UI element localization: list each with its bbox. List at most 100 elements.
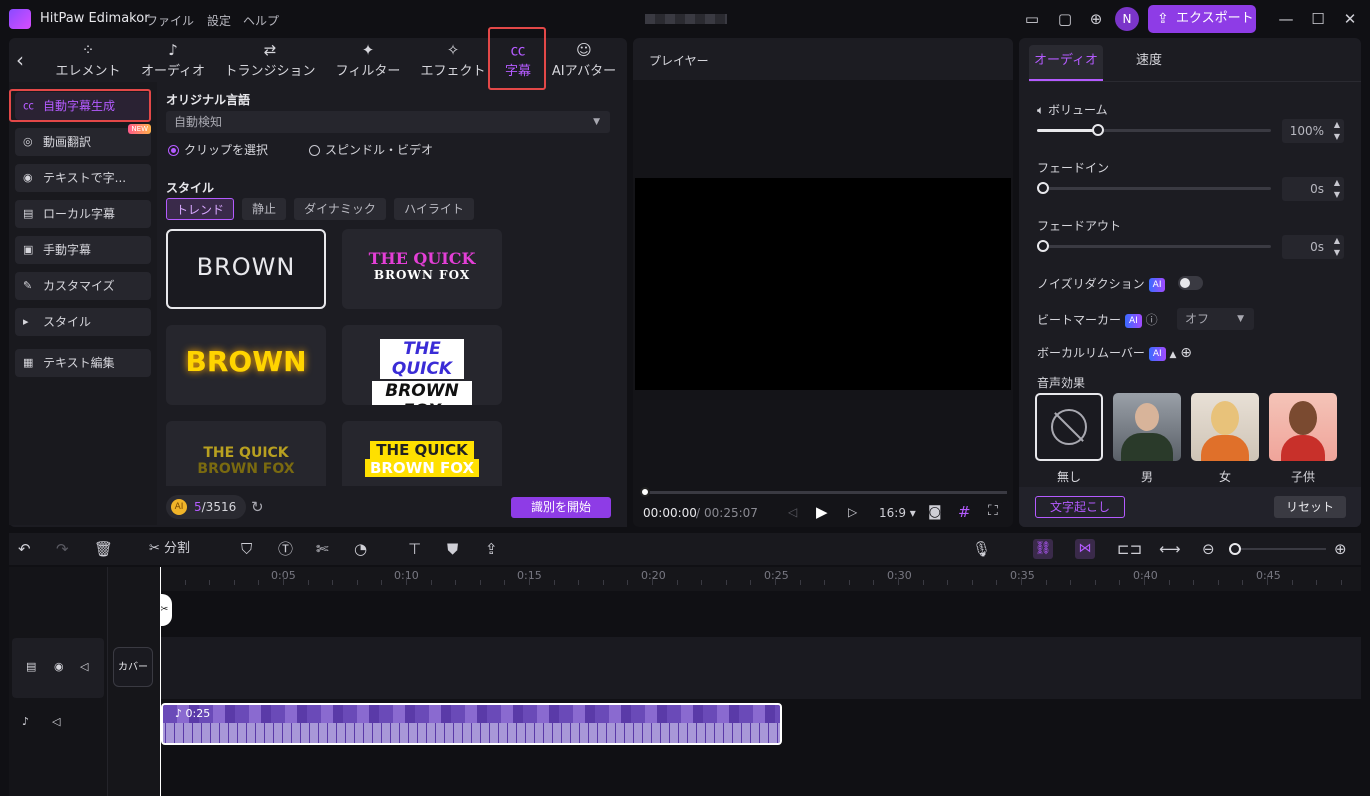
undo-icon[interactable]: ↶: [18, 540, 31, 558]
menu-help[interactable]: ヘルプ: [243, 12, 279, 29]
style-card-boxed[interactable]: THE QUICK BROWN FOX: [342, 325, 502, 405]
play-icon[interactable]: ▶: [816, 503, 828, 521]
zoom-slider[interactable]: [1229, 543, 1326, 555]
film-icon[interactable]: ▤: [26, 660, 36, 673]
fadein-knob[interactable]: [1037, 182, 1049, 194]
reset-button[interactable]: リセット: [1274, 496, 1346, 518]
refresh-icon[interactable]: ↻: [251, 498, 264, 516]
eye-icon[interactable]: ◉: [54, 660, 64, 673]
menu-file[interactable]: ファイル: [146, 12, 194, 29]
fit-width-icon[interactable]: ⟷: [1159, 540, 1181, 558]
tab-filter[interactable]: ✦ フィルター: [332, 40, 404, 80]
tab-ai-avatar[interactable]: ☺ AIアバター: [548, 40, 620, 80]
layout-icon[interactable]: ▭: [1022, 9, 1042, 29]
player-progress[interactable]: [640, 487, 1007, 497]
export-button[interactable]: ⇪ エクスポート: [1148, 5, 1256, 33]
menu-settings[interactable]: 設定: [207, 12, 231, 29]
progress-knob[interactable]: [640, 487, 650, 497]
fadein-input[interactable]: 0s ▲ ▼: [1282, 177, 1344, 201]
noise-reduction-toggle[interactable]: [1178, 276, 1203, 290]
playhead-scissors-icon[interactable]: ✂: [160, 594, 172, 626]
link-icon[interactable]: ⛓: [1033, 539, 1053, 559]
radio-select-clip[interactable]: クリップを選択: [168, 142, 268, 158]
style-card-glow[interactable]: BROWN: [166, 325, 326, 405]
text-icon[interactable]: Ⓣ: [278, 540, 293, 558]
audio-clip[interactable]: ♪ 0:25: [161, 703, 782, 745]
chip-highlight[interactable]: ハイライト: [394, 198, 474, 220]
fadein-slider[interactable]: [1037, 182, 1271, 194]
beat-marker-select[interactable]: オフ ▼: [1177, 308, 1254, 330]
tab-effect[interactable]: ✧ エフェクト: [417, 40, 489, 80]
redo-icon[interactable]: ↷: [56, 540, 69, 558]
fadeout-slider[interactable]: [1037, 240, 1271, 252]
sidebar-item-text-caption[interactable]: ◉ テキストで字...: [15, 164, 151, 192]
aspect-ratio-select[interactable]: 16:9 ▾: [879, 506, 916, 520]
feedback-icon[interactable]: ▢: [1055, 9, 1075, 29]
volume-slider[interactable]: [1037, 124, 1271, 136]
zoom-knob[interactable]: [1229, 543, 1241, 555]
tab-audio[interactable]: ♪ オーディオ: [136, 40, 210, 80]
snapshot-icon[interactable]: ◙: [928, 504, 942, 520]
chip-static[interactable]: 静止: [242, 198, 286, 220]
download-circle-icon[interactable]: ⊕: [1180, 345, 1192, 361]
time-ruler[interactable]: 0:05 0:10 0:15 0:20 0:25 0:30 0:35 0:40 …: [160, 567, 1361, 591]
tab-element[interactable]: ⁘ エレメント: [52, 40, 124, 80]
cut-icon[interactable]: ✄: [316, 540, 329, 558]
chip-dynamic[interactable]: ダイナミック: [294, 198, 386, 220]
user-avatar[interactable]: N: [1115, 7, 1139, 31]
cover-button[interactable]: カバー: [113, 647, 153, 687]
shield-icon[interactable]: ⛊: [447, 540, 458, 558]
voice-male[interactable]: [1113, 393, 1181, 461]
split-screen-icon[interactable]: ⊏⊐: [1117, 540, 1142, 558]
voice-child[interactable]: [1269, 393, 1337, 461]
magnet-icon[interactable]: ⋈: [1075, 539, 1095, 559]
sidebar-item-manual-caption[interactable]: ▣ 手動字幕: [15, 236, 151, 264]
playhead[interactable]: [160, 567, 161, 796]
sidebar-item-local-caption[interactable]: ▤ ローカル字幕: [15, 200, 151, 228]
tab-speed[interactable]: 速度: [1118, 45, 1180, 81]
info-icon[interactable]: ⓘ: [1146, 313, 1158, 327]
marker-icon[interactable]: ⛉: [241, 540, 252, 558]
minimize-icon[interactable]: —: [1276, 9, 1296, 29]
delete-icon[interactable]: 🗑︎: [94, 540, 113, 558]
prev-frame-icon[interactable]: ◁: [788, 505, 797, 519]
next-frame-icon[interactable]: ▷: [848, 505, 857, 519]
volume-knob[interactable]: [1091, 124, 1104, 136]
sidebar-item-text-edit[interactable]: ▦ テキスト編集: [15, 349, 151, 377]
speaker-icon[interactable]: ◁: [80, 660, 88, 673]
fadeout-knob[interactable]: [1037, 240, 1049, 252]
microphone-icon[interactable]: 🎙︎: [972, 540, 991, 558]
voice-none[interactable]: [1035, 393, 1103, 461]
maximize-icon[interactable]: ☐: [1308, 9, 1328, 29]
style-card-plain[interactable]: BROWN: [166, 229, 326, 309]
zoom-in-icon[interactable]: ⊕: [1334, 540, 1347, 558]
start-recognition-button[interactable]: 識別を開始: [511, 497, 611, 518]
speed-icon[interactable]: ◔: [354, 540, 367, 558]
split-button[interactable]: ✂ 分割: [149, 540, 190, 558]
download-icon[interactable]: ⊕: [1086, 9, 1106, 29]
sidebar-item-style[interactable]: ▸ スタイル: [15, 308, 151, 336]
tab-audio-props[interactable]: オーディオ: [1029, 45, 1103, 81]
volume-input[interactable]: 100% ▲ ▼: [1282, 119, 1344, 143]
add-text-icon[interactable]: ⊤: [408, 540, 421, 558]
style-card-yellow[interactable]: THE QUICK BROWN FOX: [342, 421, 502, 486]
back-arrow-icon[interactable]: ‹: [16, 48, 24, 72]
transcribe-button[interactable]: 文字起こし: [1035, 496, 1125, 518]
video-track[interactable]: [160, 637, 1361, 699]
style-card-gold[interactable]: THE QUICK BROWN FOX: [166, 421, 326, 486]
close-icon[interactable]: ✕: [1340, 9, 1360, 29]
language-select[interactable]: 自動検知 ▼: [166, 111, 610, 133]
radio-spindle-video[interactable]: スピンドル・ビデオ: [309, 142, 433, 158]
fadeout-input[interactable]: 0s ▲ ▼: [1282, 235, 1344, 259]
style-card-pink[interactable]: THE QUICK BROWN FOX: [342, 229, 502, 309]
fullscreen-icon[interactable]: ⛶: [988, 503, 998, 519]
sidebar-item-customize[interactable]: ✎ カスタマイズ: [15, 272, 151, 300]
zoom-out-icon[interactable]: ⊖: [1202, 540, 1215, 558]
voice-female[interactable]: [1191, 393, 1259, 461]
chip-trend[interactable]: トレンド: [166, 198, 234, 220]
grid-icon[interactable]: #: [958, 503, 971, 521]
audio-mute-icon[interactable]: ◁: [52, 715, 60, 728]
video-preview[interactable]: [635, 178, 1011, 390]
tab-transition[interactable]: ⇄ トランジション: [222, 40, 318, 80]
sidebar-item-video-translate[interactable]: ◎ 動画翻訳 NEW: [15, 124, 151, 156]
